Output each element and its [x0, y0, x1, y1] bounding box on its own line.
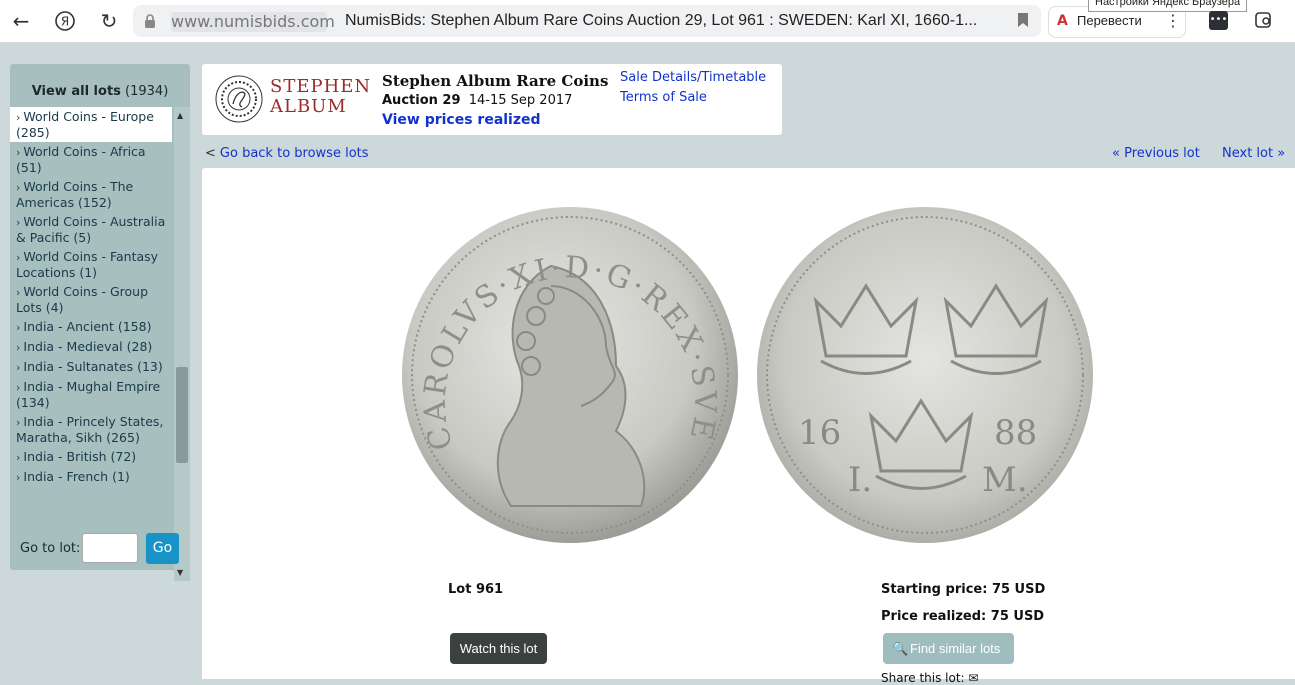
- coin-obverse-image[interactable]: CAROLVS·XI·D·G·REX·SVE: [401, 206, 739, 544]
- category-item[interactable]: › World Coins - Australia & Pacific (5): [10, 212, 172, 247]
- goto-lot-input[interactable]: [82, 533, 138, 563]
- reload-icon[interactable]: ↻: [96, 8, 122, 34]
- url-domain: www.numisbids.com: [171, 12, 335, 32]
- category-item[interactable]: › India - Medieval (28): [10, 337, 172, 357]
- extension-icon[interactable]: •••: [1209, 11, 1228, 30]
- scroll-thumb[interactable]: [176, 367, 188, 463]
- category-item[interactable]: › India - French (1): [10, 467, 172, 487]
- svg-text:16: 16: [798, 413, 841, 453]
- category-item[interactable]: › India - Princely States, Maratha, Sikh …: [10, 412, 172, 447]
- category-item[interactable]: › India - Mughal Empire (134): [10, 377, 172, 412]
- find-similar-lots-button[interactable]: 🔍 Find similar lots: [883, 633, 1014, 664]
- translate-label: Перевести: [1077, 13, 1142, 28]
- lock-icon: [145, 14, 155, 28]
- category-item[interactable]: › World Coins - Fantasy Locations (1): [10, 247, 172, 282]
- yandex-icon[interactable]: Я: [52, 8, 78, 34]
- category-item[interactable]: › India - Ancient (158): [10, 317, 172, 337]
- watch-lot-button[interactable]: Watch this lot: [450, 633, 547, 664]
- view-prices-realized-link[interactable]: View prices realized: [382, 112, 541, 128]
- translate-icon: A: [1057, 13, 1068, 29]
- terms-of-sale-link[interactable]: Terms of Sale: [620, 90, 707, 105]
- address-bar[interactable]: www.numisbids.com NumisBids: Stephen Alb…: [133, 5, 1041, 37]
- category-item[interactable]: › World Coins - The Americas (152): [10, 177, 172, 212]
- stephen-album-seal-logo[interactable]: [214, 74, 264, 124]
- lot-panel: CAROLVS·XI·D·G·REX·SVE 16 88 I. M. Lot 9…: [202, 168, 1295, 685]
- back-to-browse-link[interactable]: < Go back to browse lots: [205, 146, 369, 161]
- next-lot-link[interactable]: Next lot »: [1222, 146, 1285, 161]
- view-all-lots-link[interactable]: View all lots (1934): [10, 84, 190, 99]
- auction-house-name: Stephen Album Rare Coins: [382, 72, 609, 90]
- lot-number: Lot 961: [448, 582, 504, 597]
- sidebar: View all lots (1934) › World Coins - Euro…: [10, 64, 190, 581]
- coin-reverse-image[interactable]: 16 88 I. M.: [756, 206, 1094, 544]
- category-item[interactable]: › India - Sultanates (13): [10, 357, 172, 377]
- stephen-album-logo-text[interactable]: STEPHEN ALBUM: [270, 77, 371, 117]
- svg-text:M.: M.: [982, 460, 1028, 500]
- browser-toolbar: ← Я ↻ www.numisbids.com NumisBids: Steph…: [0, 0, 1295, 43]
- goto-lot-form: Go to lot: Go: [10, 524, 190, 570]
- auction-header: STEPHEN ALBUM Stephen Album Rare Coins A…: [202, 64, 782, 135]
- go-button[interactable]: Go: [146, 533, 179, 564]
- page-title: NumisBids: Stephen Album Rare Coins Auct…: [345, 12, 978, 29]
- goto-lot-label: Go to lot:: [20, 541, 81, 556]
- svg-text:88: 88: [994, 413, 1037, 453]
- profile-icon[interactable]: [1254, 10, 1274, 30]
- svg-text:Я: Я: [61, 15, 69, 29]
- category-item[interactable]: › World Coins - Africa (51): [10, 142, 172, 177]
- svg-text:I.: I.: [848, 460, 872, 500]
- category-item[interactable]: › India - British (72): [10, 447, 172, 467]
- category-item[interactable]: › World Coins - Group Lots (4): [10, 282, 172, 317]
- category-scrollbar[interactable]: ▲ ▼: [174, 107, 190, 581]
- starting-price: Starting price: 75 USD: [881, 582, 1046, 597]
- price-realized: Price realized: 75 USD: [881, 609, 1045, 624]
- envelope-icon[interactable]: ✉: [968, 671, 978, 685]
- auction-info: Auction 29 14-15 Sep 2017: [382, 93, 573, 108]
- search-icon: 🔍: [892, 641, 909, 656]
- previous-lot-link[interactable]: « Previous lot: [1112, 146, 1200, 161]
- share-lot[interactable]: Share this lot: ✉: [881, 671, 978, 685]
- back-arrow-icon[interactable]: ←: [8, 8, 34, 34]
- bookmark-icon[interactable]: [1017, 13, 1029, 27]
- scroll-up-icon[interactable]: ▲: [177, 111, 183, 120]
- category-list: › World Coins - Europe (285) › World Coins…: [10, 107, 190, 581]
- sale-details-link[interactable]: Sale Details/Timetable: [620, 70, 766, 85]
- more-menu-icon[interactable]: ⋮: [1165, 11, 1181, 30]
- category-item[interactable]: › World Coins - Europe (285): [10, 107, 172, 142]
